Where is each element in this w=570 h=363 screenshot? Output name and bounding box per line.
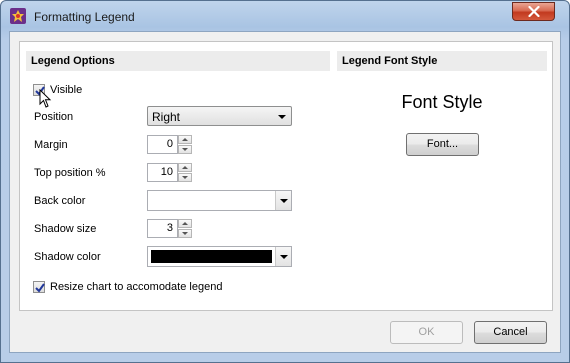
shadow-color-swatch [151, 250, 272, 263]
dialog-client: Legend Options Legend Font Style Visible… [9, 31, 561, 353]
ok-button[interactable]: OK [390, 321, 463, 344]
shadow-color-picker[interactable] [147, 246, 292, 267]
arrow-down-icon [182, 176, 188, 179]
font-style-preview: Font Style [401, 92, 483, 112]
arrow-up-icon [182, 138, 188, 141]
arrow-up-icon [182, 222, 188, 225]
title-bar[interactable]: Formatting Legend [1, 1, 569, 31]
shadow-size-decrement-button[interactable] [178, 229, 192, 238]
margin-label: Margin [34, 139, 68, 151]
top-position-increment-button[interactable] [178, 163, 192, 172]
legend-options-header: Legend Options [26, 51, 330, 71]
chevron-down-icon [280, 255, 288, 259]
visible-label: Visible [50, 84, 83, 96]
shadow-size-spinner: 3 [147, 219, 193, 238]
resize-chart-label: Resize chart to accomodate legend [50, 281, 223, 293]
position-value: Right [152, 110, 181, 124]
chevron-down-icon [278, 115, 286, 119]
back-color-dropdown-button[interactable] [275, 191, 291, 210]
back-color-picker[interactable] [147, 190, 292, 211]
top-position-spinner: 10 [147, 163, 193, 182]
legend-font-style-header: Legend Font Style [337, 51, 547, 71]
margin-input[interactable]: 0 [147, 135, 178, 154]
margin-decrement-button[interactable] [178, 145, 192, 154]
options-panel: Legend Options Legend Font Style Visible… [19, 41, 553, 311]
position-dropdown[interactable]: Right [147, 106, 292, 126]
resize-chart-checkbox[interactable] [33, 281, 45, 293]
checkmark-icon [35, 283, 45, 293]
shadow-size-increment-button[interactable] [178, 219, 192, 228]
shadow-color-label: Shadow color [34, 251, 101, 263]
chevron-down-icon [280, 199, 288, 203]
top-position-input[interactable]: 10 [147, 163, 178, 182]
dialog-window: Formatting Legend Legend Options Legend … [0, 0, 570, 363]
arrow-up-icon [182, 166, 188, 169]
shadow-size-label: Shadow size [34, 223, 97, 235]
margin-spinner: 0 [147, 135, 193, 154]
top-position-decrement-button[interactable] [178, 173, 192, 182]
window-title: Formatting Legend [34, 10, 135, 24]
app-logo-icon [10, 8, 26, 24]
back-color-label: Back color [34, 195, 86, 207]
shadow-size-input[interactable]: 3 [147, 219, 178, 238]
arrow-down-icon [182, 232, 188, 235]
mouse-pointer-icon [39, 89, 52, 108]
shadow-color-dropdown-button[interactable] [275, 247, 291, 266]
cancel-button[interactable]: Cancel [474, 321, 547, 344]
margin-increment-button[interactable] [178, 135, 192, 144]
font-button[interactable]: Font... [406, 133, 479, 156]
close-button[interactable] [512, 2, 555, 21]
back-color-swatch [151, 194, 272, 207]
top-position-label: Top position % [34, 167, 106, 179]
close-icon [527, 6, 540, 17]
arrow-down-icon [182, 148, 188, 151]
position-label: Position [34, 111, 74, 123]
